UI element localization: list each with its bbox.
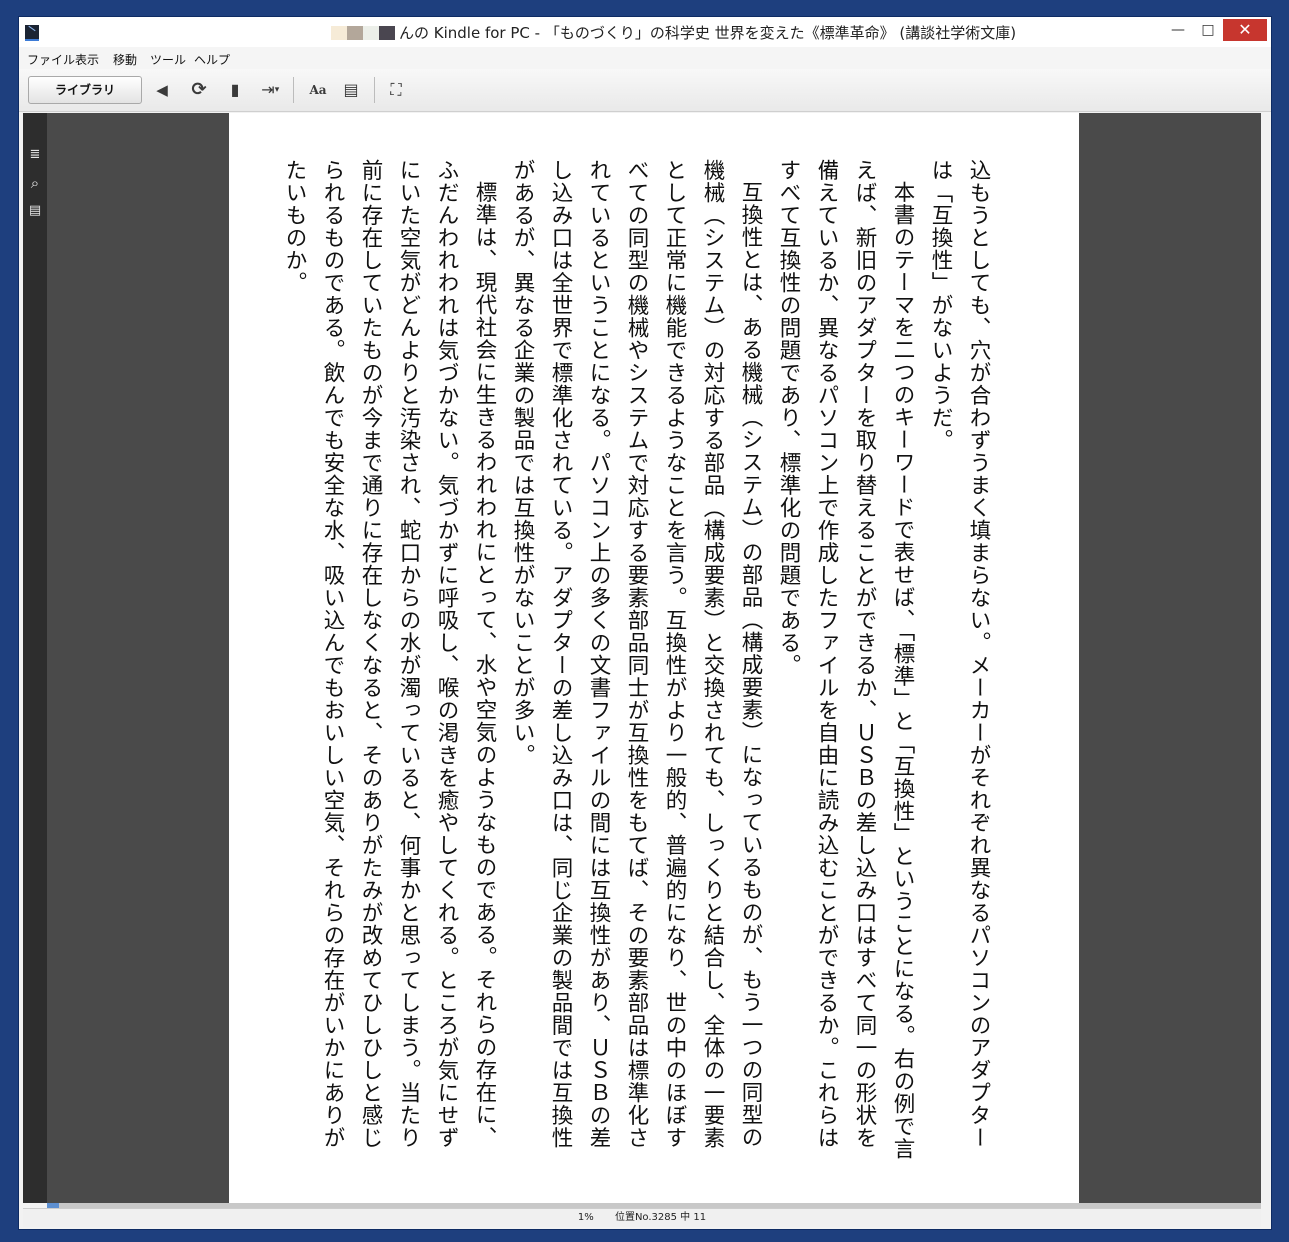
fullscreen-icon[interactable]: ⛶ (385, 79, 407, 101)
book-text: 込もうとしても、穴が合わずうまく填まらない。メーカーがそれぞれ異なるパソコンのア… (275, 159, 997, 1169)
goto-dropdown-icon[interactable]: ▾ (271, 79, 283, 101)
window-title: んの Kindle for PC - 「ものづくり」の科学史 世界を変えた《標準… (399, 24, 1017, 42)
toolbar-separator (374, 77, 375, 103)
title-redaction-swatch (331, 26, 347, 40)
title-redaction-swatch (379, 26, 395, 40)
book-paragraph: 互換性とは、ある機械（システム）の部品（構成要素）になっているものが、もう一つの… (510, 159, 763, 1149)
toc-icon[interactable]: ≣ (27, 147, 43, 163)
progress-percent: 1% (577, 1212, 594, 1223)
menu-go[interactable]: 移動 (113, 51, 137, 68)
title-bar[interactable]: んの Kindle for PC - 「ものづくり」の科学史 世界を変えた《標準… (19, 17, 1271, 47)
kindle-app-icon[interactable] (25, 25, 39, 41)
status-bar: 1% 位置No.3285 中 11 (23, 1208, 1261, 1227)
font-icon[interactable]: Aa (305, 79, 331, 101)
app-window: んの Kindle for PC - 「ものづくり」の科学史 世界を変えた《標準… (18, 16, 1272, 1230)
menu-bar: ファイル 表示 移動 ツール ヘルプ (19, 47, 1271, 69)
reading-area[interactable]: 込もうとしても、穴が合わずうまく填まらない。メーカーがそれぞれ異なるパソコンのア… (47, 113, 1261, 1203)
menu-help[interactable]: ヘルプ (194, 51, 230, 68)
bookmark-icon[interactable]: ▮ (224, 79, 246, 101)
menu-tools[interactable]: ツール (150, 51, 186, 68)
book-paragraph: 本書のテーマを二つのキーワードで表せば、「標準」と「互換性」ということになる。右… (776, 159, 915, 1160)
notes-icon[interactable]: ▤ (27, 203, 43, 219)
location-readout: 位置No.3285 中 11 (614, 1212, 707, 1223)
minimize-button[interactable]: — (1163, 19, 1193, 41)
book-paragraph: 標準は、現代社会に生きるわれわれにとって、水や空気のようなものである。それらの存… (282, 159, 497, 1149)
title-redaction-swatch (347, 26, 363, 40)
book-page[interactable]: 込もうとしても、穴が合わずうまく填まらない。メーカーがそれぞれ異なるパソコンのア… (229, 113, 1079, 1203)
menu-view[interactable]: 表示 (75, 51, 99, 68)
maximize-button[interactable]: □ (1193, 19, 1223, 41)
menu-file[interactable]: ファイル (27, 51, 75, 68)
book-paragraph: 込もうとしても、穴が合わずうまく填まらない。メーカーがそれぞれ異なるパソコンのア… (928, 159, 991, 1149)
search-icon[interactable]: ⌕ (27, 175, 43, 191)
title-redaction-swatch (363, 26, 379, 40)
reader-sidebar: ≣ ⌕ ▤ (23, 113, 47, 1203)
close-button[interactable]: ✕ (1223, 19, 1267, 41)
library-button[interactable]: ライブラリ (28, 76, 142, 104)
toolbar: ライブラリ ◀ ⟳ ▮ ⇥ ▾ Aa ▤ ⛶ (19, 69, 1271, 112)
sync-icon[interactable]: ⟳ (188, 79, 210, 101)
toolbar-separator (293, 77, 294, 103)
title-redaction (331, 26, 395, 40)
back-icon[interactable]: ◀ (151, 79, 173, 101)
layout-icon[interactable]: ▤ (340, 79, 362, 101)
